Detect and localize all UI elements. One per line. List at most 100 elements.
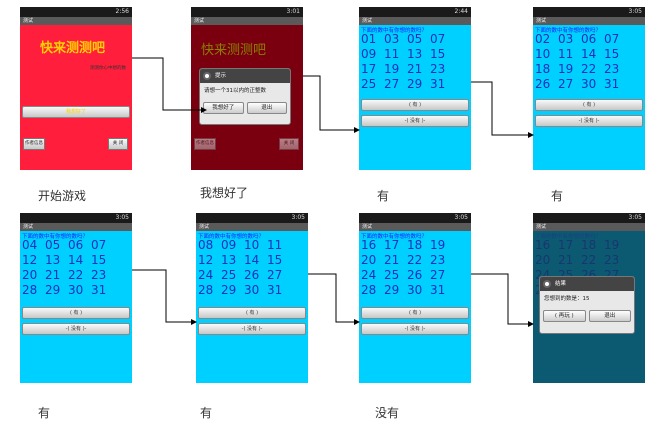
no-button[interactable]: -( 没有 )- bbox=[535, 115, 643, 127]
grid-number: 23 bbox=[604, 253, 620, 267]
caption-yes-2: 有 bbox=[551, 189, 564, 203]
number-grid: 02 03 06 07 10 11 14 15 18 19 22 23 26 27 30 31 bbox=[535, 32, 627, 92]
grid-number: 30 bbox=[581, 77, 597, 91]
grid-number: 01 bbox=[361, 32, 377, 46]
grid-number: 12 bbox=[22, 253, 38, 267]
number-grid: 08 09 10 11 12 13 14 15 24 25 26 27 28 29 30 31 bbox=[198, 238, 290, 298]
close-button[interactable]: 关 闭 bbox=[108, 138, 128, 150]
dialog-message: 请想一个31以内的正整数 bbox=[204, 88, 266, 94]
grid-number: 26 bbox=[244, 268, 260, 282]
grid-number: 02 bbox=[535, 32, 551, 46]
grid-number: 31 bbox=[430, 283, 446, 297]
grid-number: 31 bbox=[604, 77, 620, 91]
status-bar: 3:05 bbox=[533, 7, 645, 17]
no-button[interactable]: -( 没有 )- bbox=[198, 323, 306, 335]
grid-number: 17 bbox=[558, 238, 574, 252]
exit-button[interactable]: 退出 bbox=[588, 310, 631, 322]
no-button[interactable]: -( 没有 )- bbox=[361, 115, 469, 127]
dialog-title-text: 结果 bbox=[555, 281, 567, 287]
grid-number: 28 bbox=[361, 283, 377, 297]
status-bar: 3:01 bbox=[191, 7, 303, 17]
grid-number: 03 bbox=[384, 32, 400, 46]
arrow-2-to-3 bbox=[303, 75, 360, 133]
ready-button[interactable]: 我想好了 bbox=[203, 102, 244, 114]
yes-button[interactable]: ( 有 ) bbox=[198, 307, 306, 319]
grid-number: 24 bbox=[198, 268, 214, 282]
grid-number: 16 bbox=[535, 238, 551, 252]
grid-number: 31 bbox=[430, 77, 446, 91]
grid-number: 28 bbox=[198, 283, 214, 297]
dialog-title: 结果 bbox=[540, 277, 634, 291]
grid-number: 29 bbox=[221, 283, 237, 297]
grid-number: 18 bbox=[581, 238, 597, 252]
grid-number: 14 bbox=[244, 253, 260, 267]
author-info-button[interactable]: 作者信息 bbox=[194, 138, 216, 150]
yes-button[interactable]: ( 有 ) bbox=[361, 307, 469, 319]
grid-number: 25 bbox=[221, 268, 237, 282]
grid-number: 30 bbox=[244, 283, 260, 297]
no-button[interactable]: -( 没有 )- bbox=[361, 323, 469, 335]
grid-number: 13 bbox=[407, 47, 423, 61]
grid-number: 28 bbox=[22, 283, 38, 297]
arrow-3-to-4 bbox=[471, 81, 534, 138]
author-info-button[interactable]: 作者信息 bbox=[23, 138, 45, 150]
grid-number: 04 bbox=[22, 238, 38, 252]
title-bar: 测试 bbox=[20, 17, 132, 25]
title-bar: 测试 bbox=[533, 17, 645, 25]
title-bar: 测试 bbox=[359, 223, 471, 231]
yes-button[interactable]: ( 有 ) bbox=[535, 99, 643, 111]
info-icon bbox=[543, 280, 551, 288]
grid-number: 11 bbox=[558, 47, 574, 61]
start-heading: 快来测测吧 bbox=[201, 43, 267, 58]
grid-number: 14 bbox=[68, 253, 84, 267]
no-button[interactable]: -( 没有 )- bbox=[22, 323, 130, 335]
status-bar: 3:05 bbox=[533, 213, 645, 223]
play-again-button[interactable]: ( 再玩 ) bbox=[543, 310, 586, 322]
grid-number: 13 bbox=[45, 253, 61, 267]
grid-number: 15 bbox=[267, 253, 283, 267]
grid-number: 21 bbox=[407, 62, 423, 76]
close-button[interactable]: 关 闭 bbox=[279, 138, 299, 150]
dialog-buttons: ( 再玩 ) 退出 bbox=[540, 307, 634, 325]
grid-number: 20 bbox=[361, 253, 377, 267]
grid-number: 31 bbox=[91, 283, 107, 297]
grid-number: 17 bbox=[361, 62, 377, 76]
result-dialog: 结果 您想到的数是：15 ( 再玩 ) 退出 bbox=[539, 276, 635, 334]
status-bar: 3:05 bbox=[359, 213, 471, 223]
grid-number: 23 bbox=[430, 253, 446, 267]
ready-bar-button[interactable]: 我想好了 bbox=[22, 106, 130, 118]
grid-number: 26 bbox=[407, 268, 423, 282]
grid-number: 22 bbox=[581, 253, 597, 267]
yes-button[interactable]: ( 有 ) bbox=[361, 99, 469, 111]
grid-number: 10 bbox=[244, 238, 260, 252]
grid-number: 09 bbox=[361, 47, 377, 61]
grid-number: 29 bbox=[45, 283, 61, 297]
grid-number: 13 bbox=[221, 253, 237, 267]
info-icon bbox=[203, 72, 211, 80]
exit-button[interactable]: 退出 bbox=[246, 102, 287, 114]
dialog-message: 您想到的数是：15 bbox=[544, 296, 590, 302]
grid-number: 18 bbox=[535, 62, 551, 76]
caption-no: 没有 bbox=[375, 406, 400, 420]
yes-button[interactable]: ( 有 ) bbox=[22, 307, 130, 319]
grid-number: 16 bbox=[361, 238, 377, 252]
prompt-dialog: 提示 请想一个31以内的正整数 我想好了 退出 bbox=[199, 68, 291, 125]
grid-number: 25 bbox=[361, 77, 377, 91]
grid-number: 22 bbox=[68, 268, 84, 282]
phone-start-screen: 2:56 测试 快来测测吧 测测你心中想的数 我想好了 作者信息 关 闭 bbox=[20, 7, 132, 170]
phone-question-2: 3:05 测试 下面的数中有你想的数吗？ 02 03 06 07 10 11 14 15 18 1… bbox=[533, 7, 645, 170]
grid-number: 11 bbox=[267, 238, 283, 252]
title-bar: 测试 bbox=[191, 17, 303, 25]
number-grid: 16 17 18 19 20 21 22 23 24 25 26 27 28 29 30 31 bbox=[361, 238, 453, 298]
status-bar: 2:44 bbox=[359, 7, 471, 17]
grid-number: 23 bbox=[91, 268, 107, 282]
number-grid: 04 05 06 07 12 13 14 15 20 21 22 23 28 29 30 31 bbox=[22, 238, 114, 298]
grid-number: 25 bbox=[384, 268, 400, 282]
grid-number: 19 bbox=[558, 62, 574, 76]
grid-number: 21 bbox=[384, 253, 400, 267]
caption-yes-1: 有 bbox=[377, 189, 390, 203]
title-bar: 测试 bbox=[359, 17, 471, 25]
grid-number: 22 bbox=[407, 253, 423, 267]
grid-number: 15 bbox=[604, 47, 620, 61]
grid-number: 12 bbox=[198, 253, 214, 267]
